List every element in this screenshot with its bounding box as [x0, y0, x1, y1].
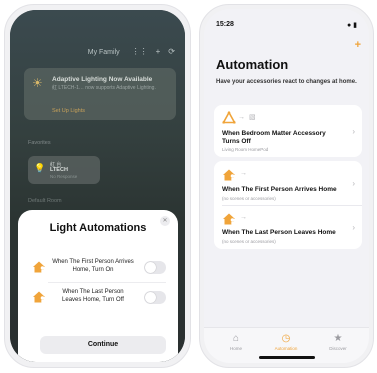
page-subtitle: Have your accessories react to changes a…: [216, 79, 357, 85]
tab-discover[interactable]: ★ Discover: [318, 333, 358, 351]
home-topbar: My Family ⋮⋮ + ⟳: [10, 44, 185, 60]
arrow-icon: →: [240, 214, 247, 221]
sheet-title: Light Automations: [49, 222, 147, 234]
page-title: Automation: [216, 57, 289, 72]
automation-card[interactable]: → ▧ When Bedroom Matter Accessory Turns …: [214, 105, 362, 157]
tile-name: LTECH: [50, 167, 68, 173]
right-phone-screen: 15:28 ● ▮ + Automation Have your accesso…: [204, 9, 369, 363]
tab-bar: ⌂ Home ◷ Automation ★ Discover: [204, 327, 369, 363]
sun-icon: ☀: [32, 76, 43, 90]
automation-group: → When The First Person Arrives Home (no…: [214, 161, 362, 249]
toggle-switch[interactable]: [144, 291, 166, 304]
lightbulb-icon: 💡: [34, 163, 46, 173]
automation-title: When Bedroom Matter Accessory Turns Off: [222, 130, 326, 145]
automation-card[interactable]: → When The Last Person Leaves Home (no s…: [214, 206, 362, 249]
tab-home[interactable]: ⌂ Home: [216, 333, 256, 351]
tab-label: Discover: [329, 346, 347, 351]
automation-card[interactable]: → When The First Person Arrives Home (no…: [214, 161, 362, 205]
person-home-icon: [223, 169, 235, 181]
option-label: When The First Person Arrives Home, Turn…: [52, 259, 134, 273]
clock-icon: ◷: [281, 333, 291, 344]
automation-option-arrive: When The First Person Arrives Home, Turn…: [32, 256, 166, 280]
automation-subtitle: (no scenes or accessories): [222, 196, 276, 201]
star-icon: ★: [333, 333, 343, 344]
accessory-tile[interactable]: 💡 紅 台 LTECH No Response: [28, 156, 100, 184]
toggle-knob: [145, 292, 156, 303]
status-icons: ● ▮: [346, 22, 357, 29]
status-bar: 15:28 ● ▮: [216, 21, 357, 31]
tab-label: Home: [229, 346, 242, 351]
continue-button[interactable]: Continue: [40, 336, 166, 354]
chevron-right-icon: ›: [352, 179, 355, 188]
add-automation-button[interactable]: +: [355, 39, 361, 51]
divider: [48, 282, 166, 283]
status-time: 15:28: [216, 21, 234, 28]
person-home-icon: [33, 291, 45, 303]
room-header: Default Room: [28, 198, 62, 204]
chevron-right-icon: ›: [352, 127, 355, 136]
homepod-icon: ▧: [249, 114, 256, 121]
home-name[interactable]: My Family: [88, 49, 120, 56]
sync-icon[interactable]: ⟳: [168, 48, 175, 56]
tab-label: Automation: [274, 346, 298, 351]
adaptive-lighting-banner[interactable]: ☀ Adaptive Lighting Now Available 紅 LTEC…: [24, 68, 176, 120]
tab-automation[interactable]: ◷ Automation: [266, 333, 306, 351]
arrow-icon: →: [238, 114, 245, 121]
banner-title: Adaptive Lighting Now Available: [52, 76, 153, 83]
home-indicator: [259, 356, 315, 359]
person-home-icon: [33, 261, 45, 273]
automation-option-leave: When The Last Person Leaves Home, Turn O…: [32, 286, 166, 310]
option-label: When The Last Person Leaves Home, Turn O…: [62, 289, 124, 303]
light-automations-sheet: ✕ Light Automations When The First Perso…: [18, 210, 178, 362]
toggle-switch[interactable]: [144, 261, 166, 274]
left-phone-screen: My Family ⋮⋮ + ⟳ ☀ Adaptive Lighting Now…: [10, 10, 185, 362]
toggle-knob: [145, 262, 156, 273]
banner-body: 紅 LTECH-1… now supports Adaptive Lightin…: [52, 85, 156, 91]
automation-title: When The Last Person Leaves Home: [222, 229, 336, 236]
matter-icon: [222, 111, 236, 124]
arrow-icon: →: [240, 170, 247, 177]
tile-status: No Response: [50, 174, 78, 179]
grid-icon[interactable]: ⋮⋮: [132, 48, 148, 56]
person-home-icon: [223, 213, 235, 225]
add-icon[interactable]: +: [156, 48, 161, 56]
automation-subtitle: (no scenes or accessories): [222, 239, 276, 244]
favorites-header: Favorites: [28, 140, 51, 146]
automation-title: When The First Person Arrives Home: [222, 186, 337, 193]
house-icon: ⌂: [232, 333, 240, 344]
chevron-right-icon: ›: [352, 223, 355, 232]
automation-subtitle: Living Room HomePod: [222, 147, 269, 152]
set-up-lights-link[interactable]: Set Up Lights: [52, 108, 85, 114]
